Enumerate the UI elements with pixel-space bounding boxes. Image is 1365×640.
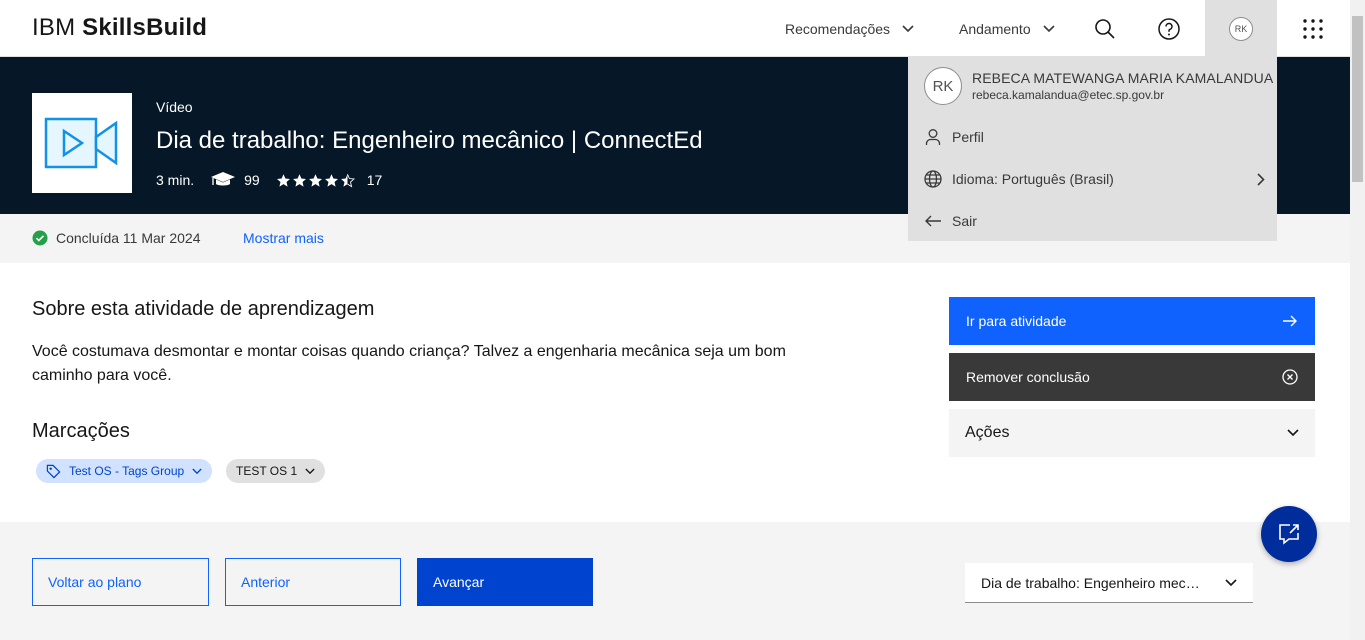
completion-status: Concluída 11 Mar 2024: [32, 230, 201, 246]
star-half-icon: [340, 173, 355, 187]
back-to-plan-button[interactable]: Voltar ao plano: [32, 558, 209, 606]
tag-icon: [46, 464, 61, 478]
tag-test-os-1[interactable]: TEST OS 1: [226, 459, 326, 483]
star-icon: [292, 173, 306, 187]
remove-completion-label: Remover conclusão: [966, 369, 1090, 385]
tags-heading: Marcações: [32, 420, 130, 442]
go-to-activity-label: Ir para atividade: [966, 313, 1067, 329]
avatar: RK: [1229, 16, 1253, 41]
menu-item-language[interactable]: Idioma: Português (Brasil): [924, 167, 1265, 191]
user-menu-button[interactable]: RK: [1205, 0, 1277, 57]
arrow-right-icon: [1283, 315, 1297, 327]
avatar: RK: [924, 67, 962, 105]
star-icon: [324, 173, 338, 187]
activity-select-value: Dia de trabalho: Engenheiro mecânico | C…: [981, 574, 1205, 591]
menu-item-language-label: Idioma: Português (Brasil): [952, 171, 1114, 187]
globe-icon: [924, 170, 942, 188]
go-to-activity-button[interactable]: Ir para atividade: [949, 297, 1315, 345]
chevron-down-icon: [1225, 578, 1237, 586]
logo-ibm: IBM: [32, 14, 76, 41]
user-email: rebeca.kamalandua@etec.sp.gov.br: [972, 88, 1165, 102]
page-scrollbar[interactable]: [1350, 0, 1365, 640]
menu-item-profile[interactable]: Perfil: [924, 125, 1265, 149]
previous-button[interactable]: Anterior: [225, 558, 401, 606]
remove-completion-button[interactable]: Remover conclusão: [949, 353, 1315, 401]
menu-item-logout[interactable]: Sair: [924, 209, 1265, 233]
duration: 3 min.: [156, 172, 195, 188]
about-heading: Sobre esta atividade de aprendizagem: [32, 298, 375, 320]
tag-test-os-tags-group[interactable]: Test OS - Tags Group: [36, 459, 213, 483]
skillsbuild-logo[interactable]: IBM SkillsBuild: [32, 14, 207, 42]
help-icon: [1158, 17, 1180, 40]
chevron-down-icon: [305, 468, 315, 474]
tag-label: Test OS - Tags Group: [69, 464, 185, 478]
arrow-left-icon: [925, 215, 941, 227]
page-title: Dia de trabalho: Engenheiro mecânico | C…: [156, 127, 703, 154]
chevron-down-icon: [1043, 24, 1055, 32]
chevron-down-icon: [902, 24, 914, 32]
chevron-down-icon: [192, 468, 202, 474]
nav-recommendations[interactable]: Recomendações: [785, 0, 914, 57]
chat-launch-icon: [1279, 524, 1299, 545]
chevron-down-icon: [1287, 429, 1299, 437]
menu-item-profile-label: Perfil: [952, 129, 984, 145]
search-button[interactable]: [1073, 0, 1137, 57]
checkmark-filled-icon: [32, 230, 48, 246]
user-icon: [925, 129, 941, 145]
app-switcher-button[interactable]: [1281, 0, 1345, 57]
tag-label: TEST OS 1: [236, 464, 298, 478]
plan-navigation: Voltar ao plano Anterior Avançar Dia de …: [0, 522, 1350, 640]
nav-recommendations-label: Recomendações: [785, 20, 891, 37]
chevron-right-icon: [1257, 172, 1265, 186]
video-camera-icon: [44, 117, 118, 169]
actions-accordion[interactable]: Ações: [949, 409, 1315, 457]
star-icon: [276, 173, 290, 187]
activity-thumbnail: [32, 93, 132, 193]
next-button[interactable]: Avançar: [417, 558, 593, 606]
chat-launcher-button[interactable]: [1261, 506, 1317, 562]
nav-progress-label: Andamento: [959, 20, 1031, 37]
nav-progress[interactable]: Andamento: [959, 0, 1055, 57]
help-button[interactable]: [1137, 0, 1201, 57]
activity-meta: 3 min. 99 17: [156, 171, 382, 189]
graduation-cap-icon: [211, 172, 236, 186]
learner-count: 99: [244, 172, 260, 188]
rating-count: 17: [366, 172, 383, 188]
about-description: Você costumava desmontar e montar coisas…: [32, 343, 786, 384]
logo-skillsbuild: SkillsBuild: [82, 14, 208, 41]
actions-accordion-label: Ações: [965, 424, 1010, 441]
show-more-link[interactable]: Mostrar mais: [243, 230, 324, 246]
menu-item-logout-label: Sair: [952, 213, 977, 229]
activity-type: Vídeo: [156, 99, 193, 115]
search-icon: [1095, 18, 1115, 39]
grid-icon: [1303, 18, 1323, 39]
star-icon: [308, 173, 322, 187]
user-menu-panel: RK REBECA MATEWANGA MARIA KAMALANDUA reb…: [908, 57, 1277, 241]
close-outline-icon: [1282, 369, 1298, 385]
completion-date: Concluída 11 Mar 2024: [56, 230, 201, 246]
user-info: RK REBECA MATEWANGA MARIA KAMALANDUA reb…: [924, 67, 1273, 105]
user-name: REBECA MATEWANGA MARIA KAMALANDUA: [972, 70, 1274, 86]
star-rating: [276, 173, 355, 188]
activity-select[interactable]: Dia de trabalho: Engenheiro mecânico | C…: [965, 563, 1253, 603]
scrollbar-thumb[interactable]: [1352, 16, 1363, 182]
top-header: IBM SkillsBuild Recomendações Andamento …: [0, 0, 1350, 57]
